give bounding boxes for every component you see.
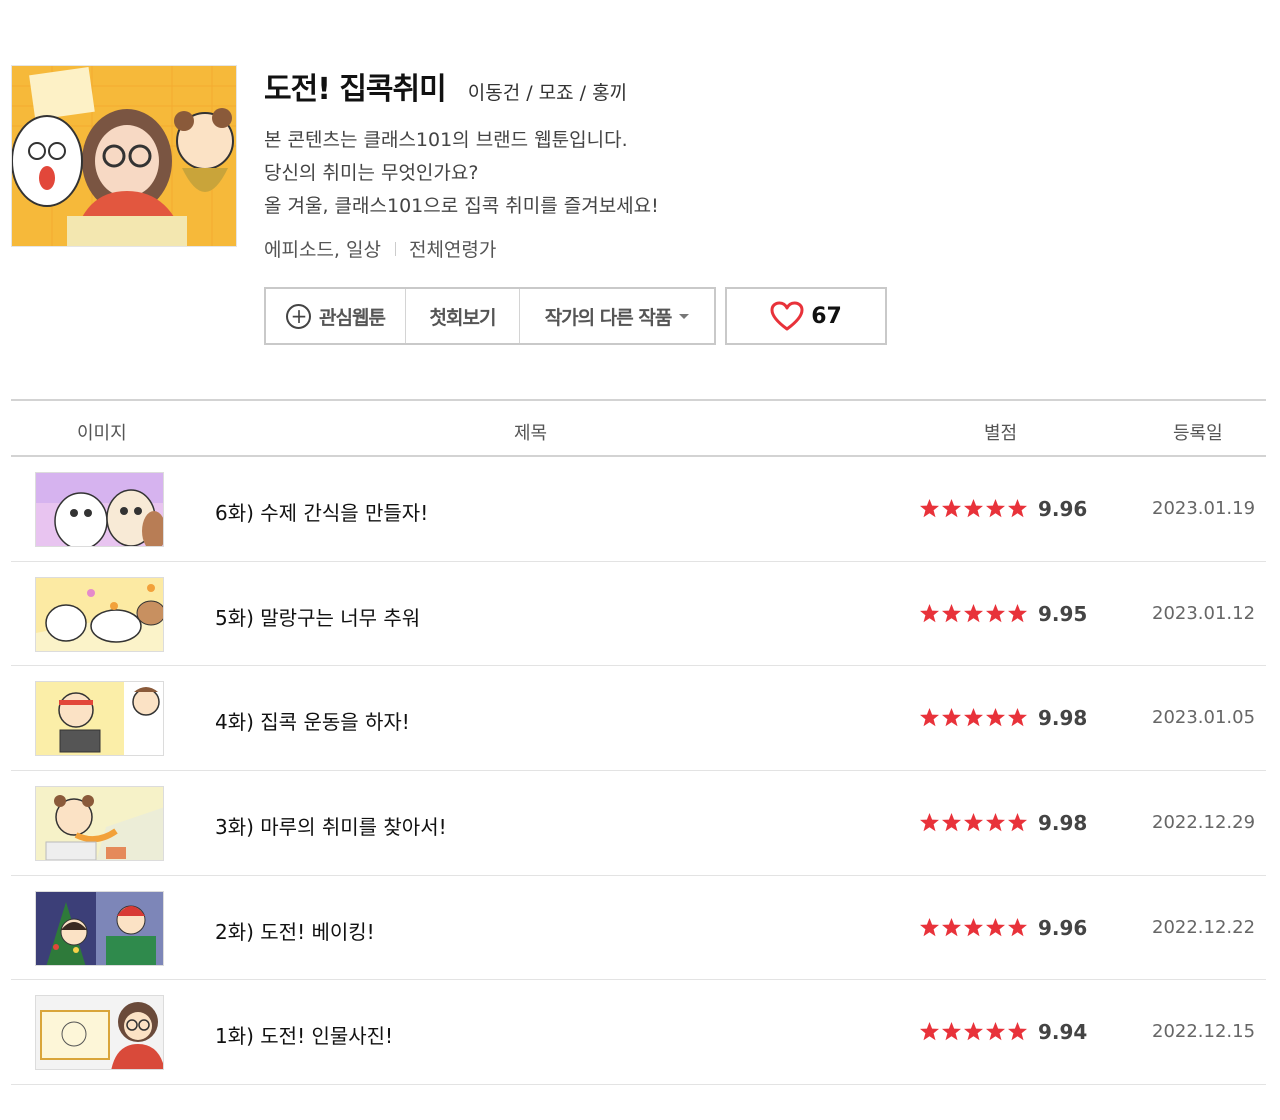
column-header-date: 등록일 (1173, 423, 1223, 444)
star-icon (1008, 708, 1027, 727)
webtoon-info: 도전! 집콕취미 이동건 / 모죠 / 홍끼 본 콘텐츠는 클래스101의 브랜… (264, 64, 964, 262)
rating-score: 9.94 (1038, 1020, 1088, 1045)
star-rating (919, 1021, 1028, 1042)
star-icon (986, 499, 1005, 518)
rating-score: 9.96 (1038, 915, 1088, 940)
star-icon (920, 708, 939, 727)
episode-row[interactable]: 6화) 수제 간식을 만들자! 9.96 2023.01.19 (11, 457, 1266, 562)
rating-score: 9.95 (1038, 601, 1088, 626)
episode-title[interactable]: 5화) 말랑구는 너무 추워 (215, 602, 420, 631)
like-button[interactable]: 67 (725, 287, 887, 345)
star-icon (986, 917, 1005, 936)
episode-thumbnail[interactable] (35, 576, 164, 652)
star-icon (1008, 603, 1027, 622)
star-icon (1008, 917, 1027, 936)
column-header-title: 제목 (514, 423, 548, 444)
episode-thumbnail[interactable] (35, 681, 164, 757)
star-icon (920, 603, 939, 622)
genre-label: 에피소드, 일상 (264, 239, 381, 261)
star-icon (920, 813, 939, 832)
webtoon-description: 본 콘텐츠는 클래스101의 브랜드 웹툰입니다. 당신의 취미는 무엇인가요?… (264, 124, 964, 223)
favorite-label: 관심웹툰 (319, 306, 386, 329)
other-works-label: 작가의 다른 작품 (544, 306, 673, 329)
favorite-button[interactable]: + 관심웹툰 (266, 289, 406, 343)
star-icon (920, 1022, 939, 1041)
chevron-down-icon (679, 313, 690, 319)
star-icon (920, 499, 939, 518)
action-button-group: + 관심웹툰 첫회보기 작가의 다른 작품 (264, 287, 716, 345)
webtoon-title: 도전! 집콕취미 (264, 72, 447, 107)
first-episode-button[interactable]: 첫회보기 (406, 289, 520, 343)
age-rating-label: 전체연령가 (408, 239, 497, 261)
episode-thumbnail[interactable] (35, 995, 164, 1071)
star-icon (986, 813, 1005, 832)
episode-date: 2022.12.29 (1152, 812, 1256, 834)
table-header: 이미지 제목 별점 등록일 (11, 399, 1266, 457)
divider (394, 241, 396, 256)
episode-thumbnail[interactable] (35, 786, 164, 862)
description-line: 당신의 취미는 무엇인가요? (264, 162, 479, 184)
episode-date: 2022.12.15 (1152, 1021, 1256, 1043)
episode-row[interactable]: 2화) 도전! 베이킹! 9.96 2022.12.22 (11, 876, 1266, 981)
star-icon (1008, 813, 1027, 832)
star-icon (964, 917, 983, 936)
star-icon (986, 1022, 1005, 1041)
star-rating (919, 498, 1028, 519)
star-icon (920, 917, 939, 936)
star-rating (919, 917, 1028, 938)
episode-row[interactable]: 3화) 마루의 취미를 찾아서! 9.98 2022.12.29 (11, 771, 1266, 876)
star-icon (964, 1022, 983, 1041)
episode-table: 이미지 제목 별점 등록일 6화) 수제 간식을 만들자! 9.96 2023.… (11, 399, 1266, 1086)
episode-row[interactable]: 5화) 말랑구는 너무 추워 9.95 2023.01.12 (11, 562, 1266, 667)
rating-score: 9.98 (1038, 811, 1088, 836)
rating-score: 9.98 (1038, 706, 1088, 731)
episode-title[interactable]: 3화) 마루의 취미를 찾아서! (215, 811, 447, 840)
episode-row[interactable]: 1화) 도전! 인물사진! 9.94 2022.12.15 (11, 980, 1266, 1086)
star-icon (942, 1022, 961, 1041)
episode-thumbnail[interactable] (35, 890, 164, 966)
genre-info: 에피소드, 일상 전체연령가 (264, 235, 964, 262)
episode-title[interactable]: 2화) 도전! 베이킹! (215, 916, 375, 945)
star-icon (964, 708, 983, 727)
description-line: 본 콘텐츠는 클래스101의 브랜드 웹툰입니다. (264, 129, 628, 151)
rating-score: 9.96 (1038, 497, 1088, 521)
episode-title[interactable]: 6화) 수제 간식을 만들자! (215, 497, 428, 526)
star-icon (942, 708, 961, 727)
other-works-dropdown[interactable]: 작가의 다른 작품 (520, 289, 714, 343)
star-icon (1008, 499, 1027, 518)
plus-circle-icon: + (286, 303, 312, 329)
star-icon (1008, 1022, 1027, 1041)
column-header-image: 이미지 (77, 423, 127, 444)
star-icon (964, 499, 983, 518)
heart-icon (770, 301, 804, 331)
episode-thumbnail[interactable] (35, 472, 164, 547)
star-icon (964, 603, 983, 622)
star-icon (942, 813, 961, 832)
description-line: 올 겨울, 클래스101으로 집콕 취미를 즐겨보세요! (264, 195, 659, 217)
star-rating (919, 707, 1028, 728)
first-episode-label: 첫회보기 (429, 306, 497, 329)
episode-date: 2023.01.12 (1152, 602, 1256, 624)
episode-title[interactable]: 1화) 도전! 인물사진! (215, 1020, 393, 1049)
episode-date: 2023.01.19 (1152, 498, 1256, 519)
webtoon-cover-image[interactable] (11, 65, 237, 247)
episode-date: 2022.12.22 (1152, 916, 1256, 938)
star-icon (986, 708, 1005, 727)
episode-date: 2023.01.05 (1152, 707, 1256, 729)
star-icon (942, 603, 961, 622)
star-icon (986, 603, 1005, 622)
like-count: 67 (811, 303, 842, 329)
star-icon (964, 813, 983, 832)
episode-row[interactable]: 4화) 집콕 운동을 하자! 9.98 2023.01.05 (11, 666, 1266, 772)
star-icon (942, 917, 961, 936)
column-header-rating: 별점 (984, 423, 1018, 444)
star-rating (919, 812, 1028, 833)
star-icon (942, 499, 961, 518)
webtoon-authors[interactable]: 이동건 / 모죠 / 홍끼 (468, 78, 627, 105)
star-rating (919, 603, 1028, 624)
episode-title[interactable]: 4화) 집콕 운동을 하자! (215, 706, 410, 735)
